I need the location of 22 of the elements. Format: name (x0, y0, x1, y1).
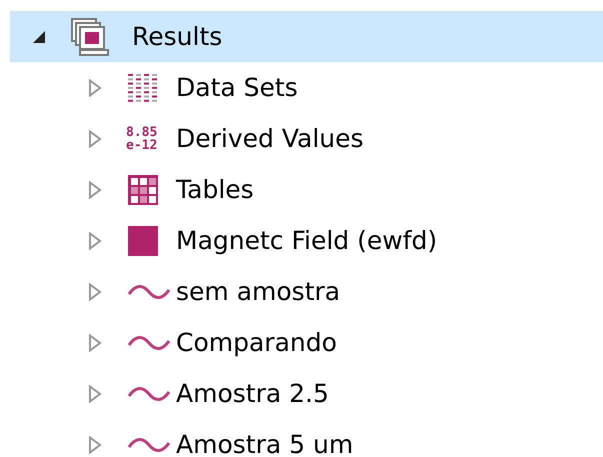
tree-item[interactable]: Magnetc Field (ewfd) (0, 215, 603, 266)
expand-arrow-icon[interactable] (88, 130, 102, 148)
tree-item[interactable]: Data Sets (0, 62, 603, 113)
tree-item[interactable]: Comparando (0, 317, 603, 368)
square-icon (126, 224, 160, 258)
table-icon (126, 172, 160, 206)
tree-item[interactable]: 8.85 e-12 Derived Values (0, 113, 603, 164)
tree-item[interactable]: sem amostra (0, 266, 603, 317)
expand-arrow-icon[interactable] (88, 282, 102, 300)
collapse-arrow-icon[interactable] (32, 30, 46, 44)
tree-item[interactable]: Tables (0, 164, 603, 215)
expand-arrow-icon[interactable] (88, 384, 102, 402)
tree-item[interactable]: Amostra 2.5 (0, 368, 603, 419)
number-icon: 8.85 e-12 (126, 126, 158, 152)
monitor-stack-icon (68, 16, 112, 56)
expand-arrow-icon[interactable] (88, 78, 102, 96)
tree-item[interactable]: Amostra 5 um (0, 419, 603, 457)
expand-arrow-icon[interactable] (88, 180, 102, 198)
expand-arrow-icon[interactable] (88, 334, 102, 352)
expand-arrow-icon[interactable] (88, 232, 102, 250)
tree-item[interactable]: Results (10, 11, 603, 62)
expand-arrow-icon[interactable] (88, 436, 102, 454)
